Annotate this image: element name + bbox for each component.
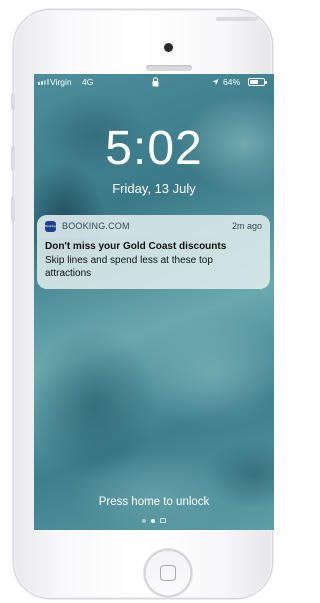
- sleep-wake-button[interactable]: [216, 17, 258, 21]
- network-type: 4G: [82, 77, 94, 87]
- home-button[interactable]: [144, 549, 192, 597]
- camera-page-icon: [160, 518, 166, 523]
- earpiece-speaker: [146, 65, 192, 71]
- notification-time: 2m ago: [231, 221, 262, 231]
- home-button-icon: [160, 565, 176, 581]
- battery-level-fill: [250, 80, 259, 84]
- page-dot-active: [151, 518, 155, 523]
- mute-switch[interactable]: [11, 93, 15, 111]
- notification-body: Skip lines and spend less at these top a…: [45, 255, 213, 279]
- battery-icon: [248, 78, 267, 86]
- notification-header: Booking BOOKING.COM 2m ago: [37, 215, 270, 237]
- lock-screen[interactable]: Virgin 4G 64% 5:02 Friday, 13 July Booki…: [34, 74, 274, 530]
- lock-screen-time: 5:02: [105, 122, 203, 175]
- unlock-hint: Press home to unlock: [98, 496, 210, 508]
- location-arrow-icon: [212, 78, 219, 86]
- battery-percentage: 64%: [223, 77, 241, 87]
- signal-strength-icon: [38, 79, 49, 85]
- front-camera: [164, 43, 173, 52]
- page-dot: [142, 518, 146, 523]
- page-indicator: [34, 518, 274, 523]
- lock-screen-date: Friday, 13 July: [112, 181, 196, 196]
- lock-icon: [152, 77, 159, 87]
- status-bar: Virgin 4G 64%: [34, 77, 274, 89]
- volume-up-button[interactable]: [11, 145, 15, 171]
- notification-card[interactable]: Booking BOOKING.COM 2m ago Don't miss yo…: [37, 215, 270, 289]
- volume-down-button[interactable]: [11, 196, 15, 222]
- notification-title: Don't miss your Gold Coast discounts: [45, 241, 227, 252]
- notification-app-name: BOOKING.COM: [62, 221, 130, 231]
- carrier-name: Virgin: [50, 77, 72, 87]
- booking-app-icon: Booking: [45, 221, 56, 232]
